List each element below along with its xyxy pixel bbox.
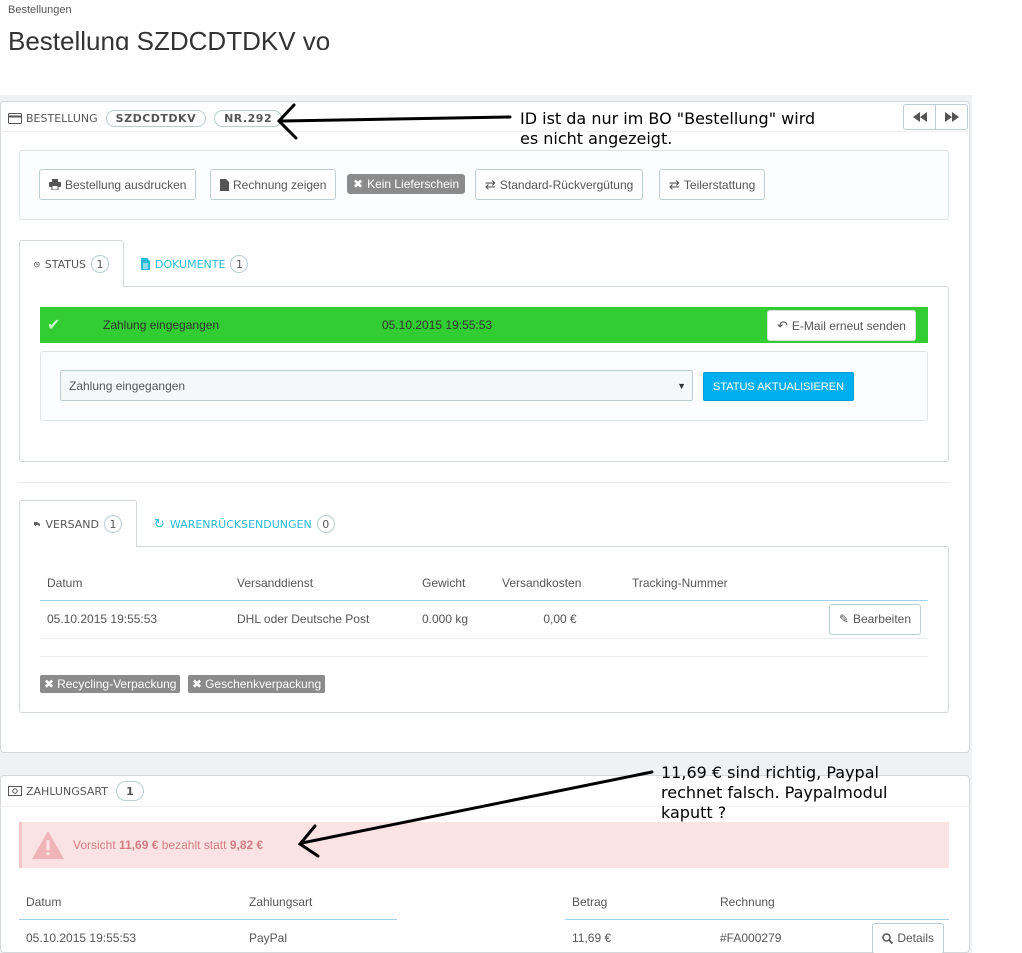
annotation-top-note: ID ist da nur im BO "Bestellung" wird es… [520,109,815,149]
arrow-to-payment-alert [297,770,654,858]
annotation-line: 11,69 € sind richtig, Paypal [661,763,879,782]
annotation-line: rechnet falsch. Paypalmodul [661,783,888,802]
annotation-line: kaputt ? [661,803,727,822]
annotation-line: ID ist da nur im BO "Bestellung" wird [520,109,816,128]
annotation-line: es nicht angezeigt. [520,129,673,148]
annotation-bottom-note: 11,69 € sind richtig, Paypal rechnet fal… [661,763,887,823]
arrow-to-order-number [276,103,512,140]
